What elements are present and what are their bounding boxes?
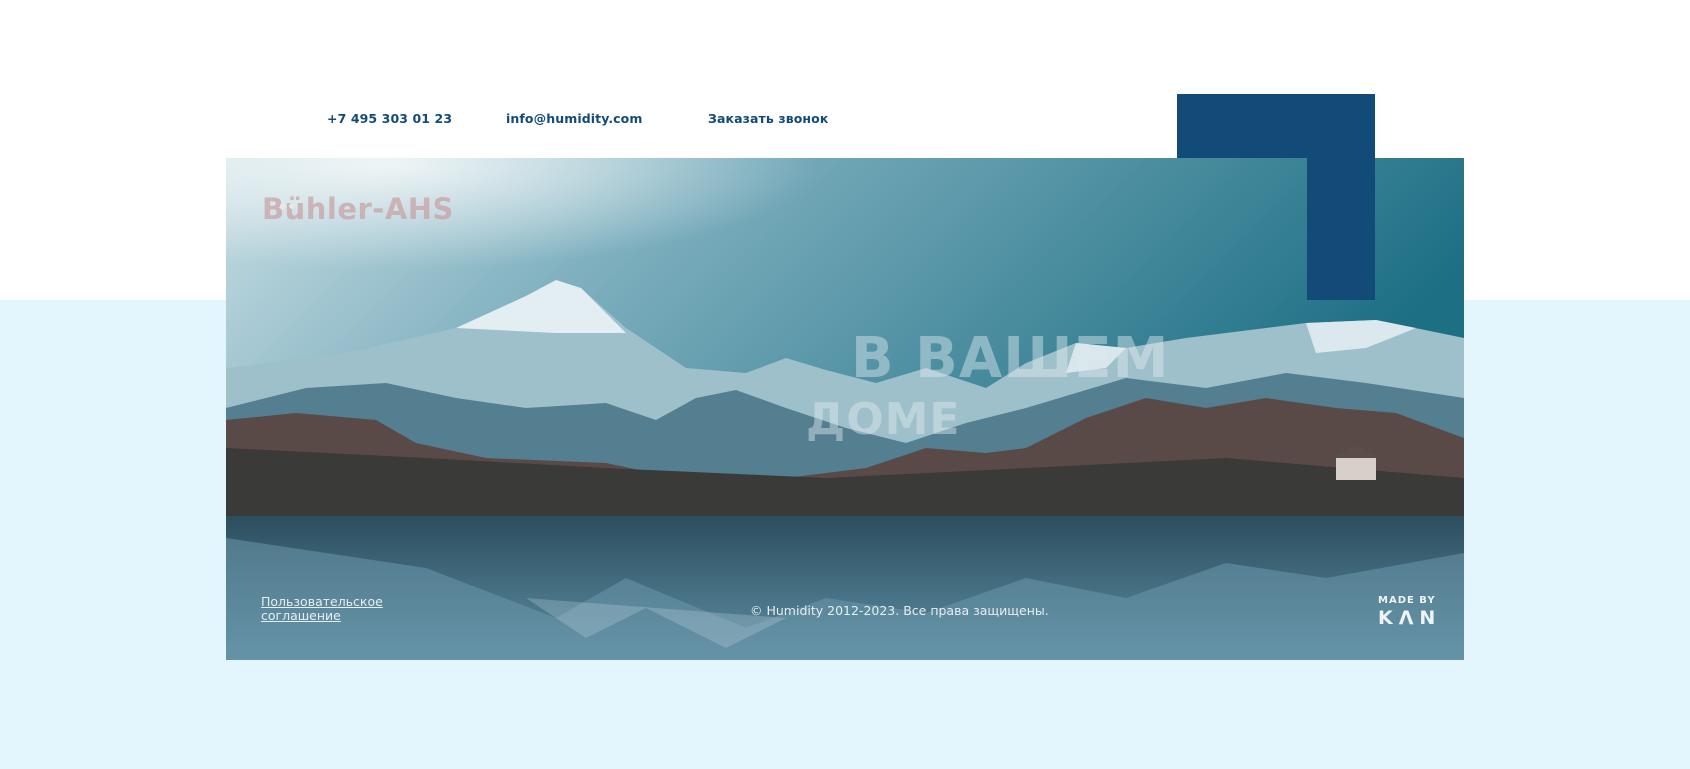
logo-dots-icon — [280, 196, 298, 214]
decorative-blue-block-top — [1177, 94, 1375, 158]
copyright-text: © Humidity 2012-2023. Все права защищены… — [750, 603, 1049, 618]
made-by-credit[interactable]: MADE BY KΛN — [1378, 595, 1441, 629]
hero-headline-line-2: ДОМЕ — [806, 394, 961, 445]
decorative-blue-block-side — [1307, 158, 1375, 300]
made-by-label: MADE BY — [1378, 595, 1436, 606]
made-by-brand-logo: KΛN — [1378, 607, 1442, 629]
header-contacts: +7 495 303 01 23 info@humidity.com Заказ… — [0, 111, 900, 131]
phone-link[interactable]: +7 495 303 01 23 — [327, 111, 452, 126]
email-link[interactable]: info@humidity.com — [506, 111, 643, 126]
hero-headline-line-1: В ВАШЕМ — [851, 326, 1170, 391]
request-callback-link[interactable]: Заказать звонок — [708, 111, 828, 126]
user-agreement-link[interactable]: Пользовательское соглашение — [261, 595, 391, 623]
